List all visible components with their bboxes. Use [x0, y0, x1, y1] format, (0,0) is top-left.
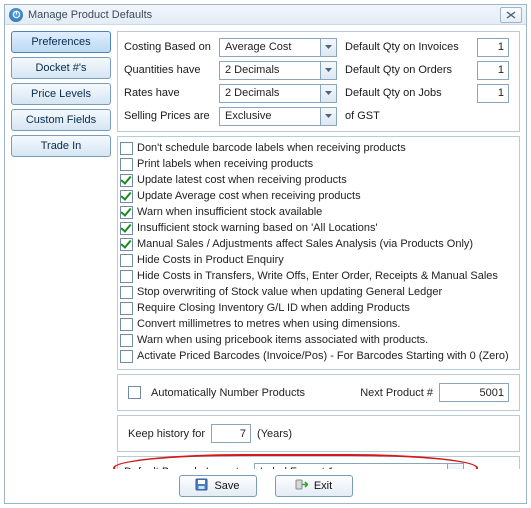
check-row: Update latest cost when receiving produc… [120, 172, 513, 188]
checkbox[interactable] [120, 206, 133, 219]
checkbox[interactable] [120, 238, 133, 251]
main-panel: Costing Based on Average Cost Default Qt… [117, 31, 520, 469]
checkbox[interactable] [120, 286, 133, 299]
costing-based-on-combo[interactable]: Average Cost [219, 38, 337, 57]
checkbox-label: Convert millimetres to metres when using… [137, 318, 401, 330]
keep-history-input[interactable] [211, 424, 251, 443]
chevron-down-icon [320, 108, 336, 125]
checkbox-label: Don't schedule barcode labels when recei… [137, 142, 406, 154]
exit-button[interactable]: Exit [275, 475, 353, 497]
chevron-down-icon [320, 62, 336, 79]
dialog-window: Manage Product Defaults Preferences Dock… [4, 4, 527, 504]
checkbox-label: Hide Costs in Product Enquiry [137, 254, 284, 266]
chevron-down-icon [447, 464, 463, 470]
keep-history-label: Keep history for [128, 428, 205, 440]
check-row: Insufficient stock warning based on 'All… [120, 220, 513, 236]
checkbox-label: Warn when insufficient stock available [137, 206, 322, 218]
checkbox[interactable] [120, 254, 133, 267]
rates-have-combo[interactable]: 2 Decimals [219, 84, 337, 103]
chevron-down-icon [320, 85, 336, 102]
check-row: Manual Sales / Adjustments affect Sales … [120, 236, 513, 252]
check-row: Convert millimetres to metres when using… [120, 316, 513, 332]
checkbox[interactable] [120, 270, 133, 283]
default-qty-invoices-label: Default Qty on Invoices [345, 41, 477, 53]
checkbox-label: Hide Costs in Transfers, Write Offs, Ent… [137, 270, 498, 282]
checkbox-panel: Don't schedule barcode labels when recei… [117, 136, 520, 370]
check-row: Hide Costs in Product Enquiry [120, 252, 513, 268]
checkbox-label: Manual Sales / Adjustments affect Sales … [137, 238, 473, 250]
checkbox[interactable] [120, 334, 133, 347]
check-row: Require Closing Inventory G/L ID when ad… [120, 300, 513, 316]
rates-have-label: Rates have [124, 87, 219, 99]
check-row: Don't schedule barcode labels when recei… [120, 140, 513, 156]
selling-prices-are-label: Selling Prices are [124, 110, 219, 122]
checkbox[interactable] [120, 222, 133, 235]
check-row: Print labels when receiving products [120, 156, 513, 172]
default-qty-orders-label: Default Qty on Orders [345, 64, 477, 76]
check-row: Warn when insufficient stock available [120, 204, 513, 220]
next-product-label: Next Product # [360, 387, 433, 399]
checkbox[interactable] [120, 302, 133, 315]
check-row: Activate Priced Barcodes (Invoice/Pos) -… [120, 348, 513, 364]
default-qty-jobs-input[interactable] [477, 84, 509, 103]
sidebar-item-custom-fields[interactable]: Custom Fields [11, 109, 111, 131]
check-row: Warn when using pricebook items associat… [120, 332, 513, 348]
checkbox-label: Stop overwriting of Stock value when upd… [137, 286, 442, 298]
default-qty-jobs-label: Default Qty on Jobs [345, 87, 477, 99]
next-product-input[interactable] [439, 383, 509, 402]
checkbox[interactable] [120, 158, 133, 171]
checkbox[interactable] [120, 350, 133, 363]
checkbox-label: Activate Priced Barcodes (Invoice/Pos) -… [137, 350, 509, 362]
checkbox[interactable] [120, 142, 133, 155]
top-settings-panel: Costing Based on Average Cost Default Qt… [117, 31, 520, 132]
of-gst-label: of GST [345, 110, 380, 122]
years-label: (Years) [257, 428, 292, 440]
checkbox-label: Update Average cost when receiving produ… [137, 190, 361, 202]
checkbox[interactable] [120, 318, 133, 331]
checkbox-label: Print labels when receiving products [137, 158, 313, 170]
save-button[interactable]: Save [179, 475, 257, 497]
default-qty-orders-input[interactable] [477, 61, 509, 80]
checkbox[interactable] [120, 174, 133, 187]
title-bar: Manage Product Defaults [5, 5, 526, 25]
checkbox-label: Warn when using pricebook items associat… [137, 334, 428, 346]
checkbox-label: Insufficient stock warning based on 'All… [137, 222, 378, 234]
close-button[interactable] [500, 7, 522, 23]
auto-number-checkbox[interactable] [128, 386, 141, 399]
sidebar-item-price-levels[interactable]: Price Levels [11, 83, 111, 105]
history-panel: Keep history for (Years) [117, 415, 520, 452]
default-barcode-layout-combo[interactable]: Label Format 1 [254, 463, 464, 470]
checkbox[interactable] [120, 190, 133, 203]
window-title: Manage Product Defaults [28, 9, 152, 21]
check-row: Update Average cost when receiving produ… [120, 188, 513, 204]
barcode-panel: Default Barcode Layout Label Format 1 De… [117, 456, 520, 469]
default-barcode-layout-label: Default Barcode Layout [124, 466, 254, 469]
default-qty-invoices-input[interactable] [477, 38, 509, 57]
checkbox-label: Require Closing Inventory G/L ID when ad… [137, 302, 410, 314]
save-icon [195, 478, 208, 494]
app-icon [9, 8, 23, 22]
chevron-down-icon [320, 39, 336, 56]
sidebar: Preferences Docket #'s Price Levels Cust… [11, 31, 111, 469]
exit-icon [295, 478, 308, 494]
quantities-have-label: Quantities have [124, 64, 219, 76]
footer: Save Exit [5, 469, 526, 503]
sidebar-item-trade-in[interactable]: Trade In [11, 135, 111, 157]
check-row: Hide Costs in Transfers, Write Offs, Ent… [120, 268, 513, 284]
quantities-have-combo[interactable]: 2 Decimals [219, 61, 337, 80]
checkbox-label: Update latest cost when receiving produc… [137, 174, 347, 186]
sidebar-item-docket[interactable]: Docket #'s [11, 57, 111, 79]
selling-prices-combo[interactable]: Exclusive [219, 107, 337, 126]
check-row: Stop overwriting of Stock value when upd… [120, 284, 513, 300]
auto-number-panel: Automatically Number Products Next Produ… [117, 374, 520, 411]
auto-number-label: Automatically Number Products [151, 387, 305, 399]
sidebar-item-preferences[interactable]: Preferences [11, 31, 111, 53]
costing-based-on-label: Costing Based on [124, 41, 219, 53]
